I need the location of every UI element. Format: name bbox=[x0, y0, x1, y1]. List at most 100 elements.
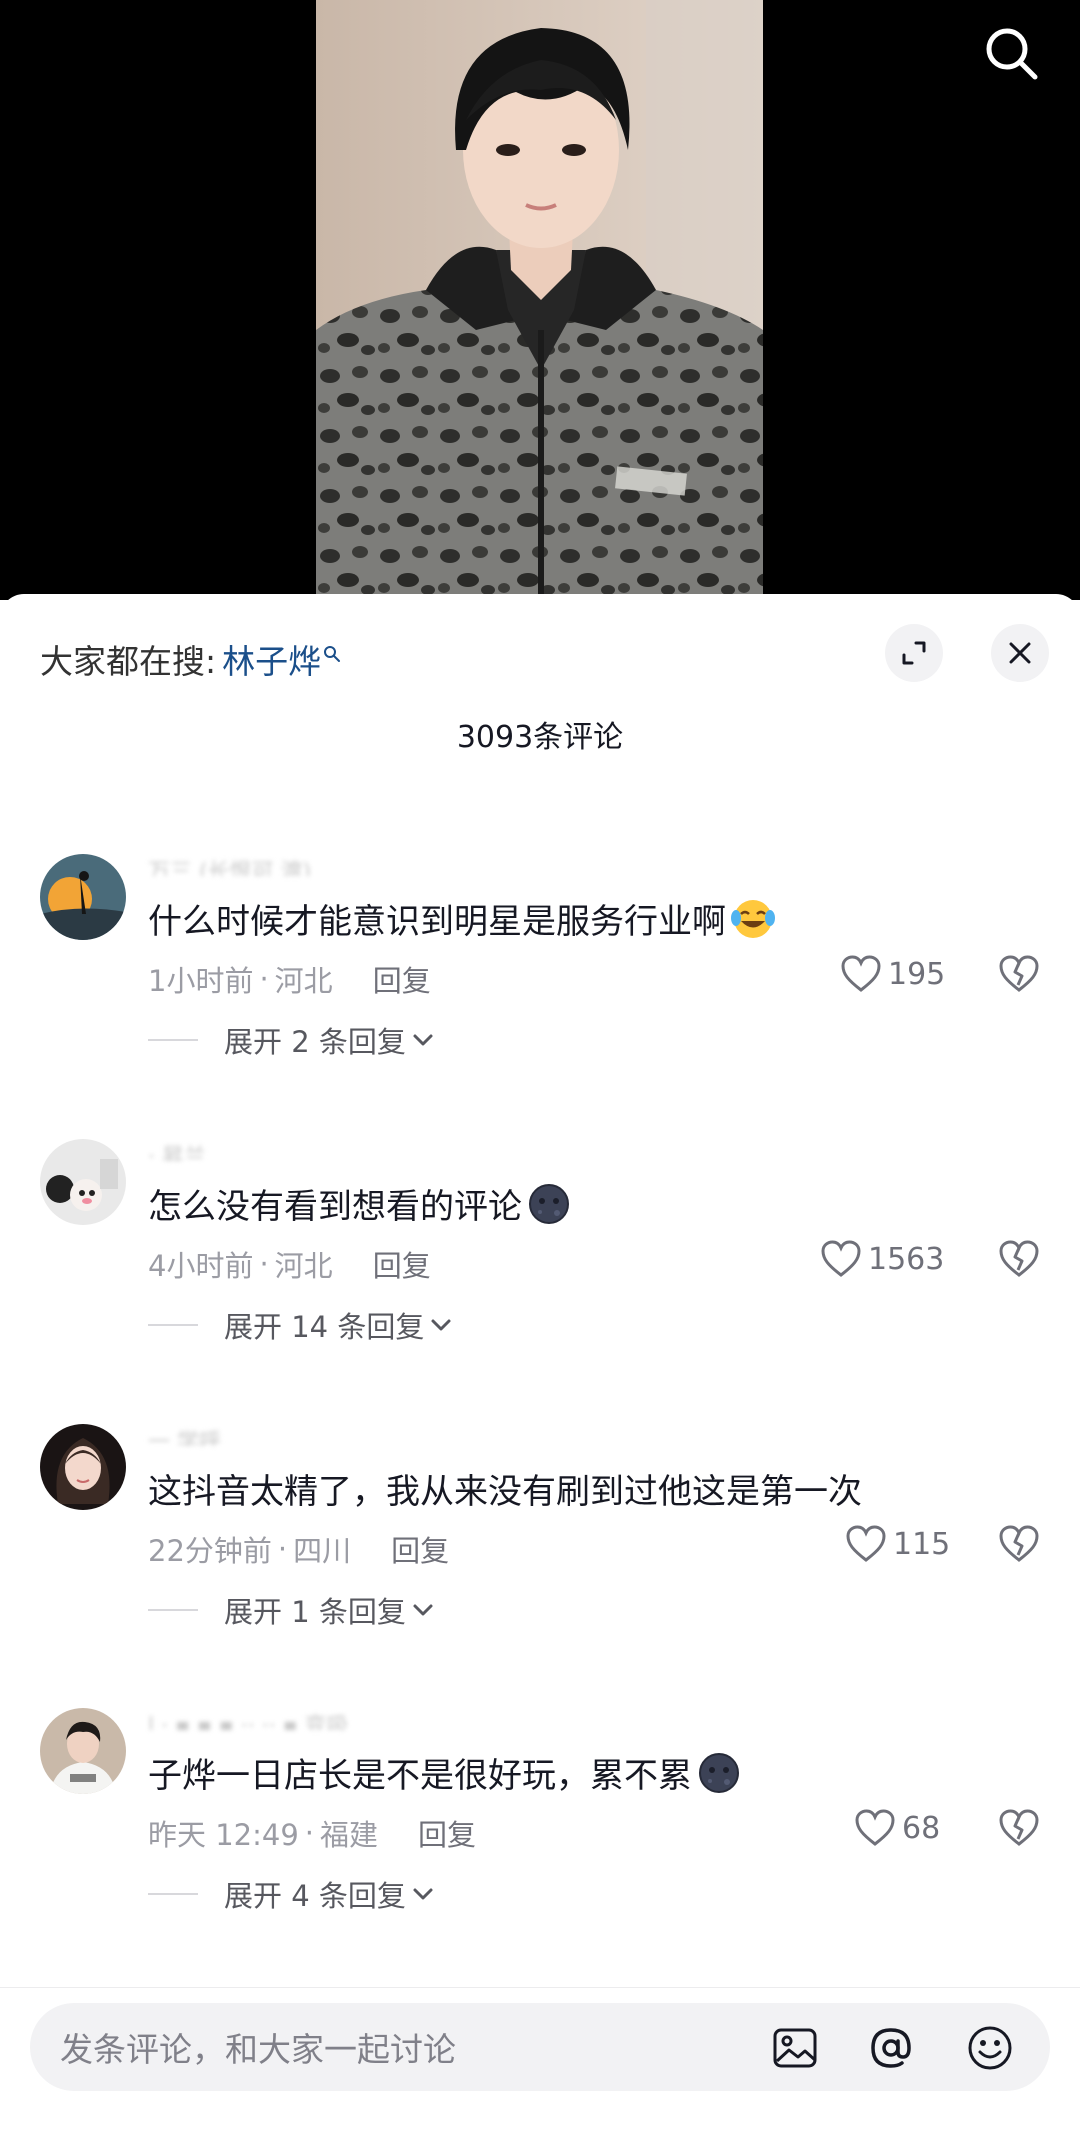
chevron-down-icon bbox=[413, 1604, 433, 1616]
reply-button[interactable]: 回复 bbox=[373, 1243, 431, 1285]
chevron-down-icon bbox=[413, 1034, 433, 1046]
dislike-button[interactable] bbox=[997, 1806, 1041, 1850]
at-mention-icon bbox=[871, 2028, 911, 2068]
reply-button[interactable]: 回复 bbox=[373, 958, 431, 1000]
meta-separator: · bbox=[259, 962, 269, 996]
reply-button[interactable]: 回复 bbox=[418, 1812, 476, 1854]
expand-replies-button[interactable]: 展开 14 条回复 bbox=[148, 1304, 452, 1346]
comment-sheet: 大家都在搜: 林子烨 3093条评论 万三 (长恨可 渡) 什么时候才能意识到明… bbox=[0, 594, 1080, 2147]
search-suggestion-term[interactable]: 林子烨 bbox=[222, 635, 321, 683]
comment-item[interactable]: l · ▪ ▪ ▪ ·· ·· ▪ 变吸 子烨一日店长是不是很好玩，累不累 昨天… bbox=[0, 1708, 1080, 1958]
divider-line bbox=[148, 1039, 198, 1041]
username[interactable]: · 昇兰 bbox=[148, 1139, 468, 1161]
like-count: 115 bbox=[893, 1526, 951, 1562]
comment-location: 河北 bbox=[274, 964, 333, 998]
image-icon bbox=[773, 2028, 817, 2068]
like-count: 195 bbox=[888, 956, 946, 992]
comment-location: 河北 bbox=[274, 1249, 333, 1283]
meta-separator: · bbox=[277, 1532, 288, 1566]
crying-laughing-emoji-icon bbox=[731, 899, 775, 938]
username[interactable]: l · ▪ ▪ ▪ ·· ·· ▪ 变吸 bbox=[148, 1708, 468, 1730]
heart-icon bbox=[821, 1240, 861, 1277]
search-icon bbox=[986, 28, 1038, 80]
heart-icon bbox=[846, 1525, 886, 1562]
avatar[interactable] bbox=[40, 1708, 126, 1794]
like-button[interactable]: 68 bbox=[854, 1806, 940, 1850]
like-count: 1563 bbox=[868, 1241, 945, 1277]
comment-input-bar[interactable]: 发条评论，和大家一起讨论 bbox=[30, 2003, 1050, 2091]
like-button[interactable]: 195 bbox=[840, 952, 945, 996]
like-count: 68 bbox=[902, 1810, 941, 1846]
avatar[interactable] bbox=[40, 1139, 126, 1225]
avatar[interactable] bbox=[40, 854, 126, 940]
dark-moon-face-emoji-icon bbox=[529, 1183, 569, 1224]
expand-replies-label: 展开 4 条回复 bbox=[224, 1879, 406, 1913]
comment-meta: 1小时前 · 河北 回复 bbox=[148, 958, 431, 1000]
expand-replies-button[interactable]: 展开 4 条回复 bbox=[148, 1873, 434, 1915]
comment-text: 什么时候才能意识到明星是服务行业啊 bbox=[148, 894, 776, 943]
fullscreen-button[interactable] bbox=[885, 624, 943, 682]
dark-moon-face-emoji-icon bbox=[699, 1752, 739, 1793]
video-thumbnail[interactable] bbox=[316, 0, 763, 600]
chevron-down-icon bbox=[431, 1319, 451, 1331]
reply-button[interactable]: 回复 bbox=[391, 1528, 449, 1570]
heart-icon bbox=[855, 1809, 895, 1846]
search-small-icon bbox=[324, 646, 341, 662]
like-button[interactable]: 115 bbox=[845, 1522, 950, 1566]
comment-input[interactable]: 发条评论，和大家一起讨论 bbox=[60, 2023, 456, 2071]
broken-heart-icon bbox=[999, 1240, 1039, 1277]
search-button[interactable] bbox=[980, 22, 1044, 86]
smiley-icon bbox=[968, 2026, 1012, 2070]
mention-button[interactable] bbox=[868, 2025, 914, 2071]
meta-separator: · bbox=[304, 1816, 315, 1850]
expand-replies-label: 展开 14 条回复 bbox=[224, 1310, 425, 1344]
close-button[interactable] bbox=[991, 624, 1049, 682]
comment-text: 子烨一日店长是不是很好玩，累不累 bbox=[148, 1748, 742, 1797]
comment-body: 什么时候才能意识到明星是服务行业啊 bbox=[148, 902, 726, 942]
search-suggestion-prefix: 大家都在搜: bbox=[40, 642, 217, 681]
broken-heart-icon bbox=[999, 955, 1039, 992]
broken-heart-icon bbox=[999, 1525, 1039, 1562]
image-button[interactable] bbox=[772, 2025, 818, 2071]
dislike-button[interactable] bbox=[997, 1237, 1041, 1281]
comment-meta: 22分钟前 · 四川 回复 bbox=[148, 1528, 449, 1570]
comment-body: 子烨一日店长是不是很好玩，累不累 bbox=[148, 1756, 692, 1796]
avatar[interactable] bbox=[40, 1424, 126, 1510]
comment-count: 3093条评论 bbox=[456, 720, 624, 755]
comment-time: 昨天 12:49 bbox=[148, 1818, 299, 1852]
divider bbox=[0, 1987, 1080, 1988]
broken-heart-icon bbox=[999, 1809, 1039, 1846]
username[interactable]: 一 学呼 bbox=[148, 1424, 468, 1446]
comment-meta: 4小时前 · 河北 回复 bbox=[148, 1243, 431, 1285]
dislike-button[interactable] bbox=[997, 1522, 1041, 1566]
comment-meta: 昨天 12:49 · 福建 回复 bbox=[148, 1812, 476, 1854]
like-button[interactable]: 1563 bbox=[820, 1237, 944, 1281]
comment-time: 22分钟前 bbox=[148, 1534, 272, 1568]
expand-replies-button[interactable]: 展开 1 条回复 bbox=[148, 1589, 434, 1631]
heart-icon bbox=[841, 955, 881, 992]
comment-item[interactable]: 万三 (长恨可 渡) 什么时候才能意识到明星是服务行业啊 1小时前 · 河北 回… bbox=[0, 854, 1080, 1104]
search-suggestion[interactable]: 大家都在搜: 林子烨 bbox=[40, 634, 341, 684]
close-icon bbox=[1009, 642, 1031, 664]
expand-replies-label: 展开 1 条回复 bbox=[224, 1595, 406, 1629]
comment-body: 这抖音太精了，我从来没有刷到过他这是第一次 bbox=[148, 1472, 862, 1512]
video-player[interactable] bbox=[0, 0, 1080, 600]
dislike-button[interactable] bbox=[997, 952, 1041, 996]
comment-text: 这抖音太精了，我从来没有刷到过他这是第一次 bbox=[148, 1464, 862, 1513]
divider-line bbox=[148, 1609, 198, 1611]
comment-time: 4小时前 bbox=[148, 1249, 254, 1283]
divider-line bbox=[148, 1324, 198, 1326]
comment-body: 怎么没有看到想看的评论 bbox=[148, 1187, 522, 1227]
emoji-button[interactable] bbox=[967, 2025, 1013, 2071]
meta-separator: · bbox=[259, 1247, 269, 1281]
username[interactable]: 万三 (长恨可 渡) bbox=[148, 854, 468, 876]
expand-replies-button[interactable]: 展开 2 条回复 bbox=[148, 1019, 434, 1061]
comment-text: 怎么没有看到想看的评论 bbox=[148, 1179, 572, 1228]
comment-item[interactable]: · 昇兰 怎么没有看到想看的评论 4小时前 · 河北 回复 1563 展开 14… bbox=[0, 1139, 1080, 1389]
comment-time: 1小时前 bbox=[148, 964, 254, 998]
chevron-down-icon bbox=[413, 1888, 433, 1900]
comment-item[interactable]: 一 学呼 这抖音太精了，我从来没有刷到过他这是第一次 22分钟前 · 四川 回复… bbox=[0, 1424, 1080, 1674]
comment-location: 四川 bbox=[293, 1534, 352, 1568]
expand-icon bbox=[902, 641, 926, 665]
divider-line bbox=[148, 1893, 198, 1895]
